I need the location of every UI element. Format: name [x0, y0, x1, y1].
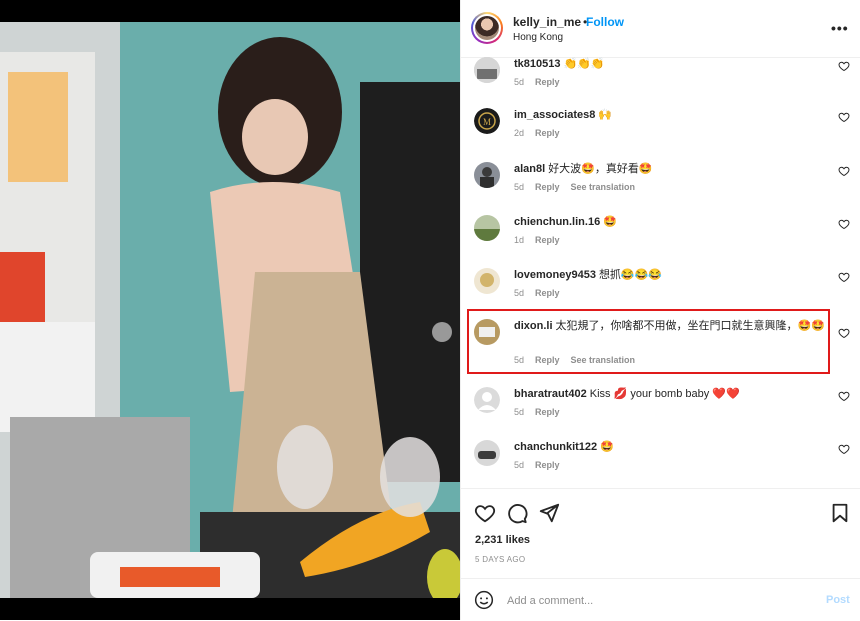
- comment-body: Kiss 💋 your bomb baby ❤️❤️: [589, 388, 740, 400]
- comment-item: tk810513 👏👏👏 5d Reply: [461, 57, 860, 109]
- comment-text: bharatraut402 Kiss 💋 your bomb baby ❤️❤️: [514, 387, 834, 401]
- post-header: kelly_in_me • Follow Hong Kong •••: [461, 0, 860, 58]
- avatar-image: [474, 57, 500, 83]
- default-avatar-icon: [474, 387, 500, 413]
- comment-username[interactable]: lovemoney9453: [514, 269, 596, 281]
- comment-username[interactable]: chanchunkit122: [514, 441, 597, 453]
- comment-bubble-icon[interactable]: [506, 502, 528, 524]
- avatar-image: M: [474, 108, 500, 134]
- comment-body: 想抓😂😂😂: [598, 269, 663, 281]
- avatar-image: [474, 215, 500, 241]
- post-location[interactable]: Hong Kong: [513, 32, 563, 43]
- more-options-icon[interactable]: •••: [831, 20, 849, 36]
- highlight-box: [467, 309, 830, 374]
- post-actions: 2,231 likes 5 DAYS AGO: [461, 488, 860, 579]
- comment-avatar[interactable]: [474, 440, 500, 466]
- comment-meta: 2d Reply: [514, 128, 571, 138]
- comment-text: alan8l 好大波🤩，真好看🤩: [514, 162, 834, 176]
- carousel-next-button[interactable]: [432, 322, 452, 342]
- reply-button[interactable]: Reply: [535, 288, 560, 298]
- comment-meta: 5d Reply See translation: [514, 182, 646, 192]
- like-comment-heart-icon[interactable]: [838, 60, 850, 72]
- comment-body: 🤩: [600, 441, 614, 453]
- comment-list[interactable]: tk810513 👏👏👏 5d Reply M im_associates8 🙌 2d…: [461, 57, 860, 487]
- comment-input[interactable]: [505, 590, 809, 612]
- comment-body: 🙌: [598, 109, 613, 121]
- comment-age: 1d: [514, 235, 525, 245]
- comment-item: M im_associates8 🙌 2d Reply: [461, 108, 860, 160]
- reply-button[interactable]: Reply: [535, 235, 560, 245]
- image-top-bar: [0, 0, 460, 22]
- avatar-image: [474, 268, 500, 294]
- share-send-icon[interactable]: [538, 502, 560, 524]
- comment-username[interactable]: im_associates8: [514, 109, 595, 121]
- like-comment-heart-icon[interactable]: [838, 443, 850, 455]
- image-bottom-bar: [0, 598, 460, 620]
- comment-age: 5d: [514, 288, 525, 298]
- like-comment-heart-icon[interactable]: [838, 165, 850, 177]
- comment-avatar[interactable]: M: [474, 108, 500, 134]
- author-avatar[interactable]: [471, 12, 503, 44]
- comment-avatar[interactable]: [474, 57, 500, 83]
- comment-age: 5d: [514, 182, 525, 192]
- post-side-panel: kelly_in_me • Follow Hong Kong ••• tk810…: [460, 0, 860, 620]
- like-comment-heart-icon[interactable]: [838, 218, 850, 230]
- comment-age: 2d: [514, 128, 525, 138]
- emoji-icon[interactable]: [474, 590, 494, 610]
- post-photo[interactable]: [0, 22, 460, 598]
- reply-button[interactable]: Reply: [535, 407, 560, 417]
- see-translation-link[interactable]: See translation: [571, 182, 636, 192]
- comment-meta: 5d Reply: [514, 460, 571, 470]
- comment-item: chanchunkit122 🤩 5d Reply: [461, 440, 860, 487]
- author-username[interactable]: kelly_in_me: [513, 15, 581, 29]
- like-comment-heart-icon[interactable]: [838, 327, 850, 339]
- post-date[interactable]: 5 DAYS AGO: [475, 555, 525, 564]
- comment-body: 🤩: [603, 216, 617, 228]
- like-comment-heart-icon[interactable]: [838, 271, 850, 283]
- post-comment-button[interactable]: Post: [826, 594, 850, 606]
- avatar-image: [475, 16, 499, 40]
- reply-button[interactable]: Reply: [535, 182, 560, 192]
- comment-avatar[interactable]: [474, 215, 500, 241]
- avatar-image: [474, 162, 500, 188]
- comment-age: 5d: [514, 460, 525, 470]
- comment-username[interactable]: alan8l: [514, 163, 545, 175]
- reply-button[interactable]: Reply: [535, 460, 560, 470]
- comment-item: alan8l 好大波🤩，真好看🤩 5d Reply See translation: [461, 162, 860, 214]
- comment-avatar[interactable]: [474, 162, 500, 188]
- like-comment-heart-icon[interactable]: [838, 111, 850, 123]
- save-bookmark-icon[interactable]: [829, 502, 851, 524]
- comment-avatar[interactable]: [474, 268, 500, 294]
- comment-body: 👏👏👏: [563, 58, 605, 70]
- comment-age: 5d: [514, 77, 525, 87]
- follow-button[interactable]: Follow: [586, 15, 624, 29]
- comment-text: chienchun.lin.16 🤩: [514, 215, 834, 229]
- comment-text: im_associates8 🙌: [514, 108, 834, 122]
- comment-meta: 5d Reply: [514, 407, 571, 417]
- comment-username[interactable]: tk810513: [514, 58, 561, 70]
- svg-text:M: M: [483, 117, 491, 127]
- comment-item: bharatraut402 Kiss 💋 your bomb baby ❤️❤️ …: [461, 387, 860, 439]
- comment-item: chienchun.lin.16 🤩 1d Reply: [461, 215, 860, 267]
- reply-button[interactable]: Reply: [535, 128, 560, 138]
- comment-body: 好大波🤩，真好看🤩: [548, 163, 653, 175]
- like-count[interactable]: 2,231 likes: [475, 534, 530, 546]
- reply-button[interactable]: Reply: [535, 77, 560, 87]
- comment-text: tk810513 👏👏👏: [514, 57, 834, 71]
- comment-meta: 5d Reply: [514, 288, 571, 298]
- add-comment-bar: Post: [461, 578, 860, 621]
- comment-meta: 1d Reply: [514, 235, 571, 245]
- comment-text: lovemoney9453 想抓😂😂😂: [514, 268, 834, 282]
- avatar-image: [474, 440, 500, 466]
- like-heart-icon[interactable]: [474, 502, 496, 524]
- like-comment-heart-icon[interactable]: [838, 390, 850, 402]
- comment-age: 5d: [514, 407, 525, 417]
- comment-username[interactable]: chienchun.lin.16: [514, 216, 600, 228]
- post-photo-illustration: [0, 22, 460, 598]
- comment-text: chanchunkit122 🤩: [514, 440, 834, 454]
- comment-avatar[interactable]: [474, 387, 500, 413]
- comment-meta: 5d Reply: [514, 77, 571, 87]
- comment-username[interactable]: bharatraut402: [514, 388, 587, 400]
